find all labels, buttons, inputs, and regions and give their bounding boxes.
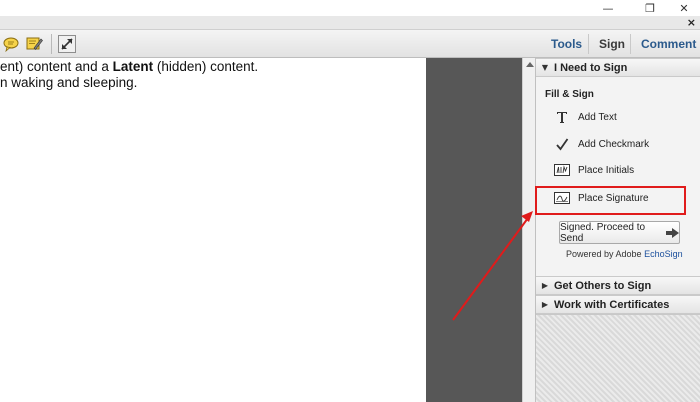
vertical-scrollbar[interactable] [522,58,536,402]
expand-arrows-icon[interactable] [58,35,76,53]
document-background [426,58,522,402]
initials-icon [552,162,572,178]
add-checkmark-item[interactable]: Add Checkmark [552,133,649,155]
section-get-others-to-sign[interactable]: ▶ Get Others to Sign [536,276,700,295]
scroll-up-arrow-icon[interactable] [526,62,534,67]
echosign-link[interactable]: EchoSign [644,249,683,259]
sign-pane: ▼ I Need to Sign Fill & Sign Add Text Ad… [536,58,700,402]
sticky-note-pencil-icon[interactable] [25,35,43,53]
window-close-button[interactable]: ✕ [672,0,696,16]
document-page[interactable]: ent) content and a Latent (hidden) conte… [0,58,426,402]
speech-bubble-comment-icon[interactable] [2,35,20,53]
tab-separator [588,34,589,54]
tab-comment[interactable]: Comment [641,30,696,58]
powered-by-text: Powered by Adobe [566,249,645,259]
document-line-1: ent) content and a Latent (hidden) conte… [0,59,259,74]
restore-button[interactable]: ❐ [638,0,662,16]
toolbar-separator [51,34,52,54]
section-work-with-certificates[interactable]: ▶ Work with Certificates [536,295,700,314]
add-checkmark-label: Add Checkmark [578,138,650,150]
tab-separator [630,34,631,54]
triangle-right-icon: ▶ [541,300,549,309]
toolbar: Tools Sign Comment [0,30,700,58]
signed-proceed-to-send-button[interactable]: Signed. Proceed to Send [559,221,680,244]
section-label: I Need to Sign [554,61,628,74]
add-text-label: Add Text [578,111,617,123]
section-label: Work with Certificates [554,298,670,311]
minimize-button[interactable]: — [596,0,620,16]
place-initials-item[interactable]: Place Initials [552,159,634,181]
triangle-right-icon: ▶ [541,281,549,290]
document-line-2: n waking and sleeping. [0,75,138,90]
text-T-icon [552,109,572,125]
highlight-box [535,186,686,215]
panel-close-icon[interactable]: × [687,16,696,29]
add-text-item[interactable]: Add Text [552,106,617,128]
panel-close-strip: × [0,16,700,30]
empty-pane-area [536,314,700,402]
send-button-label: Signed. Proceed to Send [560,221,646,244]
arrow-right-icon [666,227,679,238]
tab-tools[interactable]: Tools [551,30,582,58]
place-initials-label: Place Initials [578,164,635,176]
fill-sign-title: Fill & Sign [545,89,594,100]
tab-sign[interactable]: Sign [599,30,625,58]
triangle-down-icon: ▼ [541,63,549,72]
powered-by-echosign: Powered by Adobe EchoSign [566,249,683,259]
checkmark-icon [552,136,572,152]
window-title-bar: — ❐ ✕ [0,0,700,16]
section-label: Get Others to Sign [554,279,652,292]
section-i-need-to-sign[interactable]: ▼ I Need to Sign [536,58,700,77]
